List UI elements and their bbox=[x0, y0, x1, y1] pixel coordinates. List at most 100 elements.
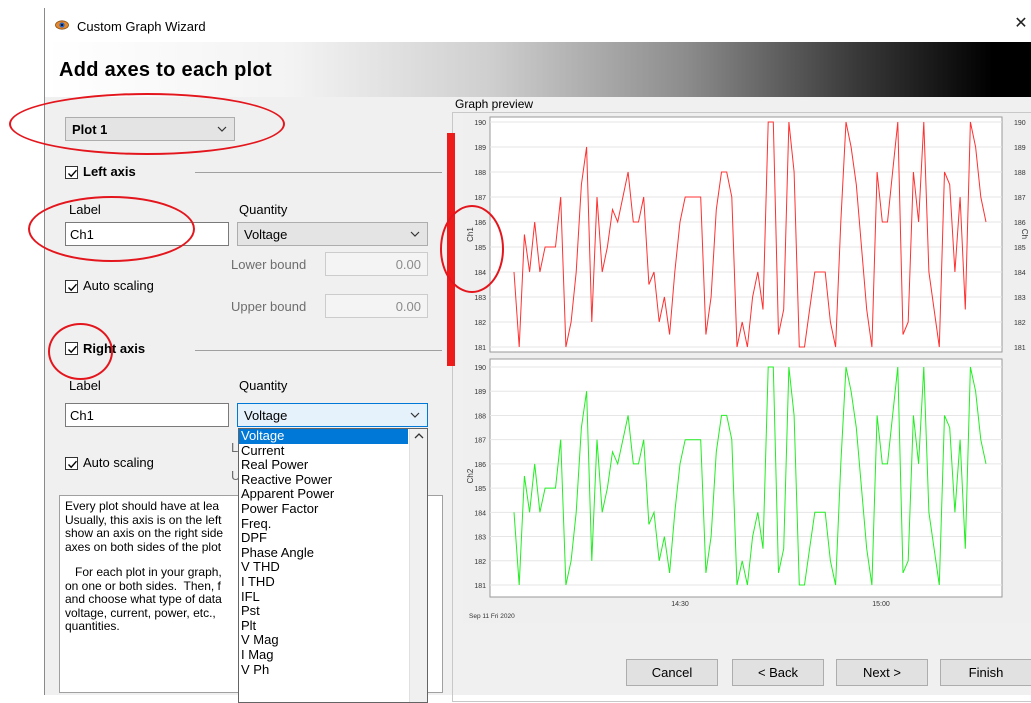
left-upper-bound-label: Upper bound bbox=[231, 299, 307, 314]
page-title: Add axes to each plot bbox=[59, 59, 273, 81]
chevron-down-icon bbox=[410, 231, 420, 237]
close-button[interactable]: ✕ bbox=[1010, 12, 1031, 36]
right-y-tick-label: 188 bbox=[1014, 170, 1026, 177]
y-tick-label: 182 bbox=[474, 559, 486, 566]
date-label: Sep 11 Fri 2020 bbox=[469, 613, 515, 620]
chevron-down-icon bbox=[410, 412, 420, 418]
y-tick-label: 187 bbox=[474, 195, 486, 202]
right-y-tick-label: 186 bbox=[1014, 220, 1026, 227]
plot-select-value: Plot 1 bbox=[72, 122, 108, 137]
left-axis-checkbox[interactable] bbox=[65, 166, 78, 179]
left-quantity-value: Voltage bbox=[244, 227, 288, 242]
title-bar: Custom Graph Wizard ✕ bbox=[45, 8, 1031, 42]
right-label-input[interactable]: Ch1 bbox=[65, 403, 229, 427]
right-quantity-value: Voltage bbox=[244, 408, 288, 423]
dropdown-option[interactable]: Real Power bbox=[239, 458, 427, 473]
dropdown-option[interactable]: V Ph bbox=[239, 662, 427, 678]
y-tick-label: 189 bbox=[474, 145, 486, 152]
dropdown-option[interactable]: Plt bbox=[239, 618, 427, 634]
y-tick-label: 184 bbox=[474, 270, 486, 277]
check-icon bbox=[68, 169, 78, 178]
y-tick-label: 190 bbox=[474, 120, 486, 127]
left-upper-bound-input[interactable]: 0.00 bbox=[325, 294, 428, 318]
dropdown-option[interactable]: Reactive Power bbox=[239, 472, 427, 488]
right-y-tick-label: 182 bbox=[1014, 320, 1026, 327]
close-icon: ✕ bbox=[1014, 15, 1028, 32]
left-auto-scaling-label: Auto scaling bbox=[83, 278, 154, 293]
plot-select[interactable]: Plot 1 bbox=[65, 117, 235, 141]
dropdown-option[interactable]: Freq. bbox=[239, 516, 427, 532]
left-axis-label: Left axis bbox=[83, 164, 136, 179]
right-y-tick-label: 187 bbox=[1014, 195, 1026, 202]
check-icon bbox=[68, 283, 78, 292]
dropdown-option[interactable]: V Mag bbox=[239, 633, 427, 648]
dropdown-option[interactable]: I Mag bbox=[239, 647, 427, 663]
dropdown-option[interactable]: Current bbox=[239, 443, 427, 459]
top-plot-axis-label: Ch1 bbox=[466, 227, 475, 242]
dropdown-option[interactable]: V THD bbox=[239, 560, 427, 575]
right-y-tick-label: 184 bbox=[1014, 270, 1026, 277]
y-tick-label: 186 bbox=[474, 462, 486, 469]
dropdown-option[interactable]: Voltage bbox=[239, 429, 408, 444]
y-tick-label: 184 bbox=[474, 510, 486, 517]
annotation-red-bar bbox=[447, 133, 455, 366]
y-tick-label: 183 bbox=[474, 535, 486, 542]
dropdown-option[interactable]: Power Factor bbox=[239, 501, 427, 517]
dropdown-scrollbar[interactable] bbox=[409, 429, 428, 702]
right-axis-checkbox[interactable] bbox=[65, 342, 78, 355]
back-button[interactable]: < Back bbox=[732, 659, 824, 686]
dropdown-option[interactable]: Pst bbox=[239, 604, 427, 619]
y-tick-label: 181 bbox=[474, 583, 486, 590]
wizard-banner: Add axes to each plot bbox=[45, 42, 1031, 97]
dropdown-option[interactable]: Phase Angle bbox=[239, 545, 427, 561]
dropdown-option[interactable]: I THD bbox=[239, 574, 427, 590]
right-y-tick-label: 189 bbox=[1014, 145, 1026, 152]
dropdown-option[interactable]: IFL bbox=[239, 589, 427, 605]
bottom-plot-axis-label: Ch2 bbox=[466, 468, 475, 483]
y-tick-label: 189 bbox=[474, 389, 486, 396]
y-tick-label: 182 bbox=[474, 320, 486, 327]
cancel-button[interactable]: Cancel bbox=[626, 659, 718, 686]
right-axis-label: Right axis bbox=[83, 341, 146, 356]
right-y-tick-label: 185 bbox=[1014, 245, 1026, 252]
check-icon bbox=[68, 460, 78, 469]
right-auto-scaling-checkbox[interactable] bbox=[65, 457, 78, 470]
left-axis-divider bbox=[195, 172, 442, 173]
graph-preview-label: Graph preview bbox=[455, 97, 534, 111]
y-tick-label: 186 bbox=[474, 220, 486, 227]
left-label-input[interactable]: Ch1 bbox=[65, 222, 229, 246]
next-button[interactable]: Next > bbox=[836, 659, 928, 686]
dropdown-option[interactable]: DPF bbox=[239, 531, 427, 546]
finish-button[interactable]: Finish bbox=[940, 659, 1031, 686]
left-auto-scaling-checkbox[interactable] bbox=[65, 280, 78, 293]
left-quantity-select[interactable]: Voltage bbox=[237, 222, 428, 246]
chevron-up-icon[interactable] bbox=[410, 429, 428, 443]
right-quantity-caption: Quantity bbox=[239, 378, 288, 393]
dropdown-option[interactable]: Apparent Power bbox=[239, 487, 427, 502]
left-label-caption: Label bbox=[69, 202, 101, 217]
left-lower-bound-label: Lower bound bbox=[231, 257, 307, 272]
y-tick-label: 188 bbox=[474, 413, 486, 420]
right-label-caption: Label bbox=[69, 378, 101, 393]
y-tick-label: 187 bbox=[474, 438, 486, 445]
right-axis-label: Ch bbox=[1020, 229, 1029, 239]
left-lower-bound-input[interactable]: 0.00 bbox=[325, 252, 428, 276]
eye-icon bbox=[55, 20, 69, 30]
quantity-dropdown-list[interactable]: Voltage Current Real Power Reactive Power Ap… bbox=[238, 428, 428, 703]
y-tick-label: 181 bbox=[474, 345, 486, 352]
right-auto-scaling-label: Auto scaling bbox=[83, 455, 154, 470]
x-tick-label: 15:00 bbox=[872, 601, 890, 608]
y-tick-label: 190 bbox=[474, 365, 486, 372]
check-icon bbox=[68, 345, 78, 354]
window-title: Custom Graph Wizard bbox=[77, 19, 206, 34]
right-y-tick-label: 183 bbox=[1014, 295, 1026, 302]
right-y-tick-label: 181 bbox=[1014, 345, 1026, 352]
graph-preview-chart: 181 181 182 182 183 183 184 184 185 185 186 186 187 1… bbox=[463, 113, 1031, 623]
right-axis-divider bbox=[195, 350, 442, 351]
right-quantity-select[interactable]: Voltage bbox=[237, 403, 428, 427]
chevron-down-icon bbox=[217, 126, 227, 132]
y-tick-label: 185 bbox=[474, 245, 486, 252]
y-tick-label: 183 bbox=[474, 295, 486, 302]
y-tick-label: 188 bbox=[474, 170, 486, 177]
right-y-tick-label: 190 bbox=[1014, 120, 1026, 127]
